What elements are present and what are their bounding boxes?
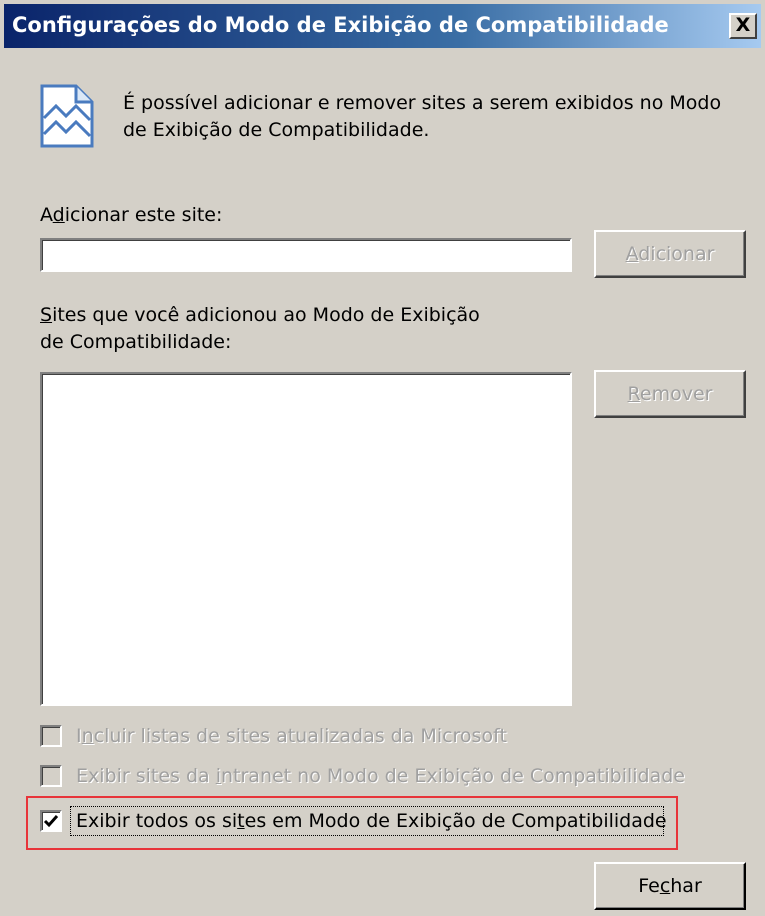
site-list[interactable] — [40, 372, 572, 706]
add-site-label: Adicionar este site: — [40, 204, 223, 226]
checkbox[interactable] — [40, 765, 62, 787]
option-label: Exibir todos os sites em Modo de Exibiçã… — [76, 810, 667, 832]
add-button[interactable]: Adicionar — [594, 230, 746, 278]
checkbox[interactable] — [40, 725, 62, 747]
option-label: Exibir sites da intranet no Modo de Exib… — [76, 765, 685, 787]
title-bar[interactable]: Configurações do Modo de Exibição de Com… — [4, 4, 761, 48]
compatibility-settings-dialog: Configurações do Modo de Exibição de Com… — [0, 0, 765, 916]
checkbox-checked[interactable] — [40, 810, 62, 832]
compatibility-view-icon — [40, 84, 94, 148]
close-icon[interactable]: X — [729, 13, 757, 39]
option-label: Incluir listas de sites atualizadas da M… — [76, 725, 507, 747]
dialog-title: Configurações do Modo de Exibição de Com… — [12, 13, 669, 37]
checkmark-icon — [43, 815, 59, 828]
remove-button[interactable]: Remover — [594, 370, 746, 418]
site-list-label-line2: de Compatibilidade: — [40, 331, 232, 353]
site-list-label: Sites que você adicionou ao Modo de Exib… — [40, 304, 480, 326]
info-text: É possível adicionar e remover sites a s… — [123, 92, 722, 141]
add-site-input[interactable] — [40, 238, 572, 272]
close-button[interactable]: Fechar — [594, 862, 746, 910]
